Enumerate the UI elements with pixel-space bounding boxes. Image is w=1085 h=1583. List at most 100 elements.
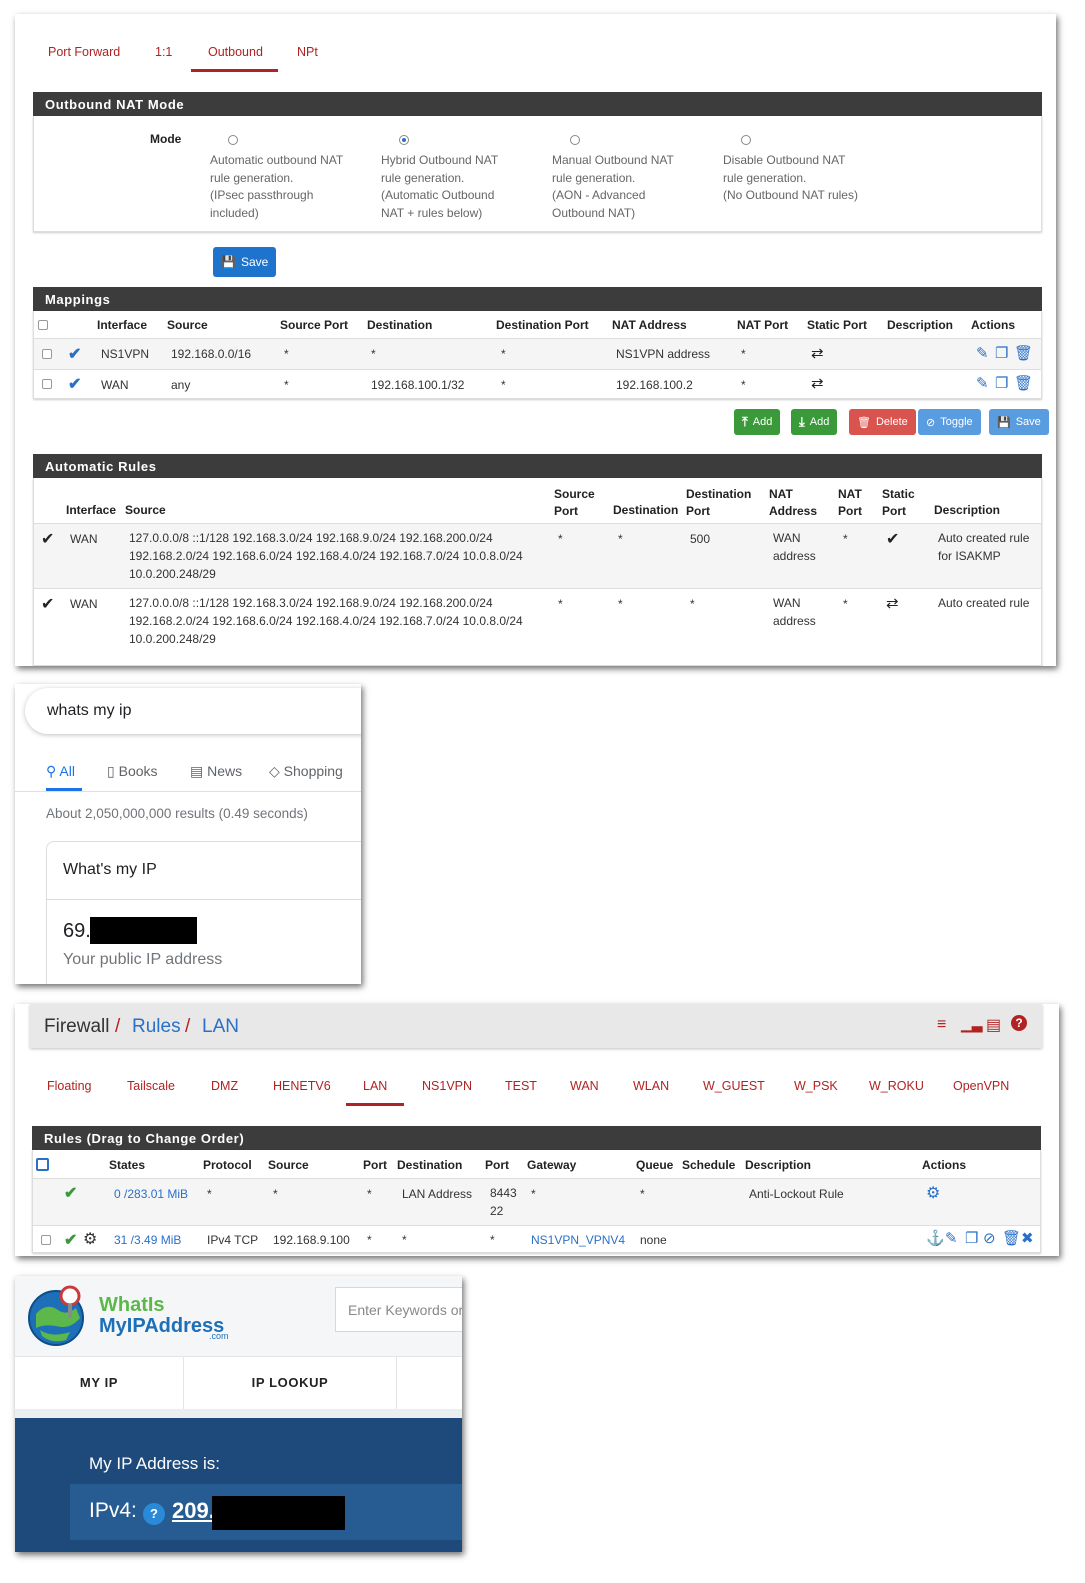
- tab-w-psk[interactable]: W_PSK: [794, 1079, 838, 1093]
- tab-port-forward[interactable]: Port Forward: [48, 45, 120, 59]
- gear-icon[interactable]: ⚙: [926, 1183, 940, 1203]
- tab-w-guest[interactable]: W_GUEST: [703, 1079, 765, 1093]
- tab-openvpn[interactable]: OpenVPN: [953, 1079, 1009, 1093]
- tab-lan[interactable]: LAN: [363, 1079, 387, 1093]
- breadcrumb-lan[interactable]: LAN: [202, 1016, 239, 1038]
- table-row[interactable]: ✔ NS1VPN 192.168.0.0/16 * * * NS1VPN add…: [34, 339, 1041, 369]
- cell-source-port: *: [284, 378, 289, 392]
- tab-one-to-one[interactable]: 1:1: [155, 45, 172, 59]
- rules-panel: States Protocol Source Port Destination …: [32, 1150, 1041, 1253]
- delete-button[interactable]: 🗑 Delete: [849, 409, 916, 435]
- tab-books[interactable]: ▯ Books: [107, 763, 158, 780]
- mode-radio-manual[interactable]: [570, 135, 580, 145]
- cell-description: Anti-Lockout Rule: [749, 1187, 844, 1201]
- col-static-port: Static Port: [807, 318, 868, 332]
- tab-all-label: All: [59, 763, 75, 779]
- col-nat-port-line: NAT: [838, 487, 862, 501]
- nat-address-line: address: [773, 614, 816, 628]
- anchor-icon[interactable]: ⚓: [926, 1229, 945, 1247]
- toggle-button[interactable]: ⊘ Toggle: [918, 409, 981, 435]
- row-checkbox[interactable]: [42, 379, 52, 389]
- edit-pencil-icon[interactable]: ✎: [945, 1229, 958, 1247]
- nav-ip-lookup[interactable]: IP LOOKUP: [184, 1357, 397, 1410]
- tab-henetv6[interactable]: HENETV6: [273, 1079, 331, 1093]
- list-icon[interactable]: ▤: [986, 1015, 1001, 1035]
- trash-icon[interactable]: 🗑: [1002, 1229, 1021, 1247]
- cell-source: 192.168.9.100: [273, 1233, 350, 1247]
- dest-port-line: 8443: [490, 1186, 517, 1200]
- cell-states[interactable]: 0 /283.01 MiB: [114, 1187, 188, 1201]
- mode-radio-hybrid[interactable]: [399, 135, 409, 145]
- mappings-save-button[interactable]: 💾 Save: [989, 409, 1049, 435]
- mode-disable-line: (No Outbound NAT rules): [723, 188, 858, 202]
- row-checkbox[interactable]: [42, 349, 52, 359]
- mode-save-button[interactable]: 💾 Save: [213, 247, 277, 277]
- cell-source: any: [171, 378, 191, 392]
- col-source-port-line: Source: [554, 487, 595, 501]
- col-static-port-line: Port: [882, 504, 906, 518]
- delete-x-icon[interactable]: ✖: [1021, 1229, 1034, 1247]
- search-box[interactable]: whats my ip: [25, 688, 361, 734]
- nav-my-ip[interactable]: MY IP: [15, 1357, 184, 1410]
- tab-ns1vpn[interactable]: NS1VPN: [422, 1079, 472, 1093]
- trash-icon[interactable]: 🗑: [1014, 344, 1033, 362]
- select-all-checkbox[interactable]: [36, 1158, 49, 1171]
- table-row[interactable]: ✔ WAN any * 192.168.100.1/32 * 192.168.1…: [34, 370, 1041, 398]
- cell-destination-port: 500: [690, 532, 711, 546]
- help-icon[interactable]: ?: [1011, 1015, 1027, 1031]
- mode-hybrid-text: Hybrid Outbound NAT rule generation. (Au…: [381, 152, 541, 222]
- select-all-checkbox[interactable]: [38, 320, 48, 330]
- copy-icon[interactable]: ❐: [995, 344, 1008, 362]
- tab-floating[interactable]: Floating: [47, 1079, 91, 1093]
- cell-gateway[interactable]: NS1VPN_VPNV4: [531, 1233, 625, 1247]
- tab-wlan[interactable]: WLAN: [633, 1079, 669, 1093]
- tab-dmz[interactable]: DMZ: [211, 1079, 238, 1093]
- cell-interface: WAN: [70, 532, 98, 546]
- ipv4-address-prefix[interactable]: 209.: [172, 1498, 215, 1524]
- edit-pencil-icon[interactable]: ✎: [976, 344, 989, 362]
- help-question-icon[interactable]: ?: [143, 1503, 165, 1525]
- keyword-search-input[interactable]: Enter Keywords or: [335, 1287, 462, 1332]
- cell-states[interactable]: 31 /3.49 MiB: [114, 1233, 181, 1247]
- tab-outbound[interactable]: Outbound: [208, 45, 263, 59]
- add-top-button[interactable]: ⤒ Add: [734, 409, 781, 435]
- description-line: Auto created rule: [938, 531, 1030, 545]
- cell-source-port: *: [367, 1233, 372, 1247]
- tab-test[interactable]: TEST: [505, 1079, 537, 1093]
- col-queue: Queue: [636, 1158, 674, 1172]
- row-checkbox[interactable]: [41, 1235, 51, 1245]
- source-line: 10.0.200.248/29: [129, 632, 216, 646]
- col-nat-address-line: Address: [769, 504, 818, 518]
- tab-tailscale[interactable]: Tailscale: [127, 1079, 175, 1093]
- breadcrumb-firewall[interactable]: Firewall: [44, 1016, 109, 1038]
- mode-radio-disable[interactable]: [741, 135, 751, 145]
- col-destination-port: Destination Port: [686, 486, 751, 520]
- mode-radio-automatic[interactable]: [228, 135, 238, 145]
- col-schedule: Schedule: [682, 1158, 736, 1172]
- tab-shopping[interactable]: ◇ Shopping: [269, 763, 343, 780]
- sliders-icon[interactable]: ≡: [937, 1016, 946, 1034]
- table-row[interactable]: ✔ ⚙ 31 /3.49 MiB IPv4 TCP 192.168.9.100 …: [33, 1226, 1040, 1252]
- tab-news[interactable]: ▤ News: [190, 763, 242, 780]
- tab-wan[interactable]: WAN: [570, 1079, 599, 1093]
- mappings-header: Mappings: [33, 287, 1042, 311]
- tab-all[interactable]: ⚲ All: [46, 763, 75, 780]
- ban-icon[interactable]: ⊘: [983, 1229, 996, 1247]
- col-source-port: Source Port: [280, 318, 349, 332]
- copy-icon[interactable]: ❐: [995, 374, 1008, 392]
- breadcrumb-rules[interactable]: Rules: [132, 1016, 181, 1038]
- col-destination-port: Destination Port: [496, 318, 589, 332]
- copy-icon[interactable]: ❐: [965, 1229, 978, 1247]
- mode-manual-text: Manual Outbound NAT rule generation. (AO…: [552, 152, 712, 222]
- tab-divider: [15, 791, 361, 792]
- active-tab-indicator: [346, 1103, 404, 1106]
- trash-icon[interactable]: 🗑: [1014, 374, 1033, 392]
- tab-npt[interactable]: NPt: [297, 45, 318, 59]
- nav-shadow: [15, 1409, 462, 1418]
- bar-chart-icon[interactable]: ▁▃: [961, 1016, 983, 1033]
- edit-pencil-icon[interactable]: ✎: [976, 374, 989, 392]
- cell-nat-port: *: [741, 347, 746, 361]
- add-bottom-button[interactable]: ⤓ Add: [791, 409, 838, 435]
- cell-nat-address: NS1VPN address: [616, 347, 711, 361]
- tab-w-roku[interactable]: W_ROKU: [869, 1079, 924, 1093]
